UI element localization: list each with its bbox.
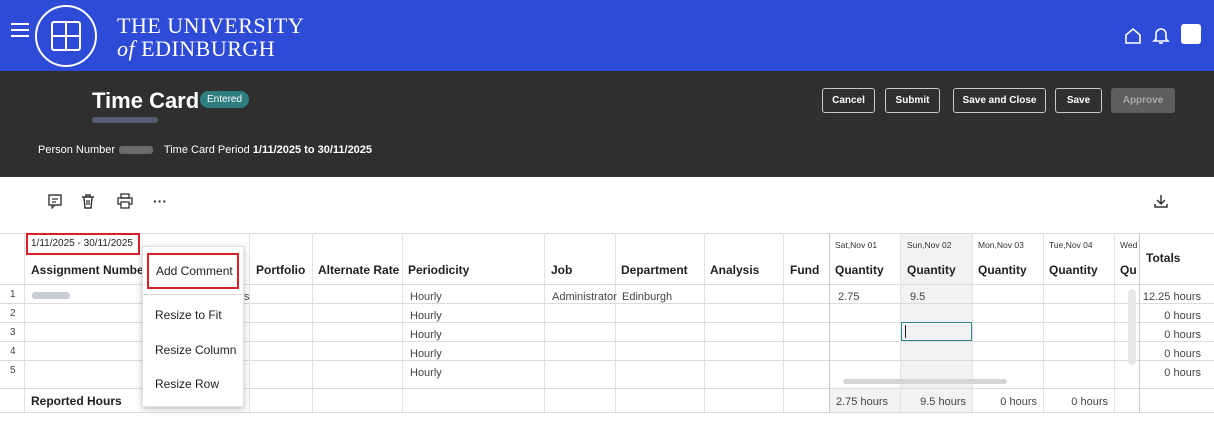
col-quantity-tue[interactable]: Quantity xyxy=(1049,263,1098,277)
grid-line xyxy=(249,233,250,412)
row-total: 0 hours xyxy=(1164,329,1201,341)
col-quantity-sun[interactable]: Quantity xyxy=(907,263,956,277)
page-title: Time Card xyxy=(92,88,200,113)
grid-line xyxy=(312,233,313,412)
periodicity-cell[interactable]: Hourly xyxy=(410,329,442,341)
grid-line xyxy=(0,233,1214,234)
university-crest-logo[interactable] xyxy=(35,5,97,67)
grid-line xyxy=(972,233,973,412)
reported-mon: 0 hours xyxy=(1000,396,1037,408)
portfolio-cell[interactable]: s xyxy=(244,291,250,303)
home-icon[interactable] xyxy=(1124,27,1142,45)
top-bar: THE UNIVERSITY of EDINBURGH xyxy=(0,0,1214,71)
reported-sun: 9.5 hours xyxy=(920,396,966,408)
grid-line xyxy=(704,233,705,412)
more-icon[interactable]: ··· xyxy=(152,193,168,209)
col-assignment-number[interactable]: Assignment Number xyxy=(31,263,148,277)
active-quantity-cell[interactable] xyxy=(901,322,972,341)
row-total: 0 hours xyxy=(1164,367,1201,379)
cancel-button[interactable]: Cancel xyxy=(822,88,875,113)
download-icon[interactable] xyxy=(1153,193,1169,209)
vertical-scrollbar[interactable] xyxy=(1128,289,1136,365)
col-fund[interactable]: Fund xyxy=(790,263,819,277)
menu-separator xyxy=(143,294,243,295)
row-total: 0 hours xyxy=(1164,348,1201,360)
status-badge: Entered xyxy=(200,91,250,108)
save-and-close-button[interactable]: Save and Close xyxy=(953,88,1046,113)
quantity-sun-cell[interactable]: 9.5 xyxy=(910,291,925,303)
date-header-wed: Wed xyxy=(1120,240,1138,250)
date-header-sat: Sat,Nov 01 xyxy=(835,240,878,250)
grid-line xyxy=(24,233,25,412)
grid-line xyxy=(1139,233,1140,412)
row-total: 0 hours xyxy=(1164,310,1201,322)
user-avatar[interactable] xyxy=(1181,24,1201,44)
hamburger-icon[interactable] xyxy=(11,23,29,39)
col-portfolio[interactable]: Portfolio xyxy=(256,263,305,277)
grid-line xyxy=(615,233,616,412)
assignment-number-redacted xyxy=(32,292,70,299)
text-caret xyxy=(905,325,906,338)
periodicity-cell[interactable]: Hourly xyxy=(410,310,442,322)
delete-icon[interactable] xyxy=(80,193,96,209)
col-quantity-sat[interactable]: Quantity xyxy=(835,263,884,277)
comment-icon[interactable] xyxy=(47,193,63,209)
grid-line xyxy=(829,233,830,412)
menu-item-add-comment[interactable]: Add Comment xyxy=(147,253,239,289)
print-icon[interactable] xyxy=(117,193,133,209)
menu-item-resize-to-fit[interactable]: Resize to Fit xyxy=(143,308,243,322)
col-job[interactable]: Job xyxy=(551,263,572,277)
context-menu: Add Comment Resize to Fit Resize Column … xyxy=(142,246,244,407)
periodicity-cell[interactable]: Hourly xyxy=(410,348,442,360)
menu-item-resize-row[interactable]: Resize Row xyxy=(143,377,243,391)
col-department[interactable]: Department xyxy=(621,263,688,277)
approve-button[interactable]: Approve xyxy=(1111,88,1175,113)
grid-line xyxy=(544,233,545,412)
col-analysis[interactable]: Analysis xyxy=(710,263,759,277)
row-number: 4 xyxy=(10,346,16,357)
col-totals[interactable]: Totals xyxy=(1146,251,1180,265)
row-number: 3 xyxy=(10,327,16,338)
page-header: Time Card Entered Person Number Time Car… xyxy=(0,71,1214,177)
date-header-tue: Tue,Nov 04 xyxy=(1049,240,1093,250)
quantity-sat-cell[interactable]: 2.75 xyxy=(838,291,859,303)
row-number: 1 xyxy=(10,289,16,300)
col-quantity-wed[interactable]: Qu xyxy=(1120,263,1137,277)
person-number-label: Person Number xyxy=(38,144,116,156)
period-range-cell[interactable]: 1/11/2025 - 30/11/2025 xyxy=(26,233,140,255)
submit-button[interactable]: Submit xyxy=(885,88,940,113)
grid-line xyxy=(0,412,1214,413)
grid-line xyxy=(783,233,784,412)
date-header-mon: Mon,Nov 03 xyxy=(978,240,1024,250)
horizontal-scrollbar[interactable] xyxy=(843,379,1007,384)
save-button[interactable]: Save xyxy=(1055,88,1102,113)
bell-icon[interactable] xyxy=(1152,26,1170,46)
header-info: Person Number Time Card Period 1/11/2025… xyxy=(38,144,372,156)
row-total: 12.25 hours xyxy=(1142,291,1201,303)
job-cell[interactable]: Administrator xyxy=(552,291,617,303)
menu-item-resize-column[interactable]: Resize Column xyxy=(143,343,243,357)
reported-sat: 2.75 hours xyxy=(836,396,888,408)
col-alternate-rate[interactable]: Alternate Rate xyxy=(318,263,399,277)
col-periodicity[interactable]: Periodicity xyxy=(408,263,469,277)
person-number-redacted xyxy=(119,146,154,155)
col-quantity-mon[interactable]: Quantity xyxy=(978,263,1027,277)
reported-tue: 0 hours xyxy=(1071,396,1108,408)
person-name-redacted xyxy=(92,117,158,123)
date-header-sun: Sun,Nov 02 xyxy=(907,240,952,250)
row-number: 5 xyxy=(10,365,16,376)
grid-line xyxy=(1043,233,1044,412)
grid-line xyxy=(402,233,403,412)
periodicity-cell[interactable]: Hourly xyxy=(410,367,442,379)
period-value: 1/11/2025 to 30/11/2025 xyxy=(252,144,373,156)
grid-line xyxy=(1114,233,1115,412)
reported-hours-label: Reported Hours xyxy=(31,394,122,408)
department-cell[interactable]: Edinburgh xyxy=(622,291,672,303)
row-number: 2 xyxy=(10,308,16,319)
period-label: Time Card Period xyxy=(163,144,250,156)
periodicity-cell[interactable]: Hourly xyxy=(410,291,442,303)
brand-line-2: of EDINBURGH xyxy=(117,36,276,61)
